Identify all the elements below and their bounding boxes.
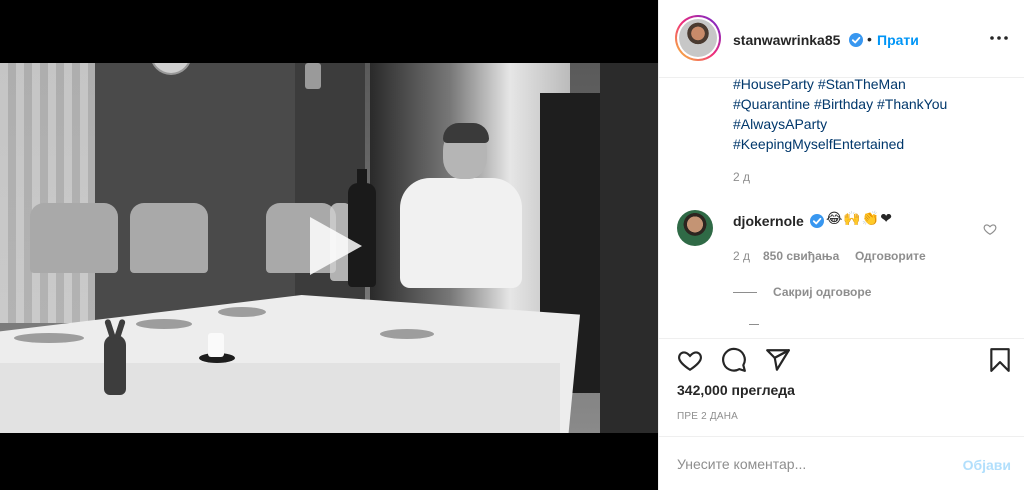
post-panel: stanwawrinka85 • Прати #HouseParty #Stan… (658, 0, 1024, 490)
wall-lamp (305, 63, 321, 89)
bunny-figurine (104, 335, 126, 395)
action-bar (659, 338, 1024, 378)
verified-badge-icon (849, 33, 863, 47)
post-timestamp[interactable]: ПРЕ 2 ДАНА (677, 411, 738, 422)
dark-wall-right (600, 63, 658, 433)
comment-avatar[interactable] (677, 210, 713, 246)
hashtag-line[interactable]: #HouseParty #StanTheMan (733, 78, 993, 94)
separator-dot: • (867, 31, 872, 47)
plate (14, 333, 84, 343)
person-hair (443, 123, 489, 143)
plate (136, 319, 192, 329)
hide-replies-button[interactable]: Сакриј одговоре (733, 285, 871, 299)
bookmark-icon[interactable] (987, 347, 1013, 373)
hide-replies-label: Сакриј одговоре (773, 285, 872, 299)
add-comment-box: Објави (659, 436, 1024, 490)
divider-line (733, 292, 757, 294)
person-body (400, 178, 522, 288)
caption-timestamp: 2 д (733, 170, 751, 184)
comment-like-icon[interactable] (983, 222, 997, 236)
play-icon[interactable] (296, 211, 366, 281)
hashtag-line[interactable]: #AlwaysAParty (733, 114, 993, 134)
hashtag-line[interactable]: #KeepingMyselfEntertained (733, 134, 993, 154)
comment-input[interactable] (677, 453, 937, 475)
comment-username[interactable]: djokernole (733, 213, 804, 229)
wall (95, 63, 295, 323)
curtain (0, 63, 95, 323)
plate (380, 329, 434, 339)
view-count[interactable]: 342,000 прегледа (677, 382, 795, 398)
video-player[interactable] (0, 0, 658, 490)
post-header: stanwawrinka85 • Прати (659, 0, 1024, 78)
avatar[interactable] (675, 15, 721, 61)
more-options-icon[interactable] (987, 26, 1011, 50)
comment-timestamp: 2 д (733, 249, 751, 263)
tablecloth-front (0, 363, 560, 433)
reply-button[interactable]: Одговорите (855, 249, 926, 263)
chair (130, 203, 208, 273)
avatar-image (679, 19, 717, 57)
post-button[interactable]: Објави (963, 457, 1011, 473)
divider-line (749, 324, 759, 325)
caption-hashtags: #HouseParty #StanTheMan #Quarantine #Bir… (733, 78, 993, 154)
username-link[interactable]: stanwawrinka85 (733, 32, 840, 48)
plate (218, 307, 266, 317)
share-icon[interactable] (765, 347, 791, 373)
comment-icon[interactable] (721, 347, 747, 373)
candle (208, 333, 224, 357)
hashtag-line[interactable]: #Quarantine #Birthday #ThankYou (733, 94, 993, 114)
comment-meta: 2 д 850 свиђања Одговорите (733, 249, 926, 263)
comments-list[interactable]: #HouseParty #StanTheMan #Quarantine #Bir… (659, 78, 1024, 338)
verified-badge-icon (810, 214, 824, 228)
comment-text: 😂🙌👏❤ (826, 211, 893, 227)
comment-likes[interactable]: 850 свиђања (763, 249, 839, 263)
follow-button[interactable]: Прати (877, 32, 919, 48)
chair (30, 203, 118, 273)
heart-icon[interactable] (677, 347, 703, 373)
